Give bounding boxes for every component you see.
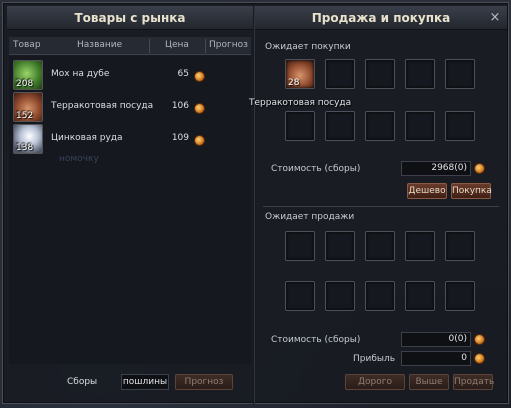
sell-button[interactable]: Продать	[453, 374, 494, 390]
sell-slot[interactable]	[285, 231, 315, 261]
coin-icon	[474, 353, 485, 364]
buy-section-label: Ожидает покупки	[265, 42, 351, 52]
buy-cost-value: 2968(0)	[401, 161, 471, 176]
column-header-price[interactable]: Цена	[165, 40, 189, 50]
cheaper-button[interactable]: Дешево	[407, 183, 447, 199]
section-divider	[263, 206, 499, 207]
fees-label: Сборы	[67, 377, 98, 387]
buy-slot[interactable]	[325, 59, 355, 89]
item-name: Цинковая руда	[51, 133, 123, 143]
sell-slot[interactable]	[325, 231, 355, 261]
sell-slot[interactable]	[365, 231, 395, 261]
item-count: 208	[16, 79, 34, 89]
trade-window: Товары с рынка Продажа и покупка × Товар…	[2, 2, 509, 404]
coin-icon	[194, 71, 205, 82]
buy-slot[interactable]	[405, 59, 435, 89]
item-price: 106	[171, 101, 189, 111]
item-count: 152	[16, 111, 34, 121]
forecast-button[interactable]: Прогноз	[175, 374, 233, 390]
sell-slot[interactable]	[365, 281, 395, 311]
market-goods-title: Товары с рынка	[7, 6, 253, 30]
close-icon[interactable]: ×	[488, 11, 502, 25]
profit-value: 0	[401, 351, 471, 366]
item-count: 138	[16, 143, 34, 153]
higher-button[interactable]: Выше	[409, 374, 449, 390]
sell-slot[interactable]	[285, 281, 315, 311]
coin-icon	[474, 163, 485, 174]
buy-sell-title: Продажа и покупка	[255, 6, 507, 30]
buy-slot-filled[interactable]: 28	[285, 59, 315, 89]
buy-cost-label: Стоимость (сборы)	[271, 164, 361, 174]
buy-slot[interactable]	[365, 59, 395, 89]
list-item[interactable]: 208 Мох на дубе 65	[9, 60, 251, 90]
ore-icon: 138	[13, 124, 43, 154]
buy-button[interactable]: Покупка	[451, 183, 492, 199]
coin-icon	[194, 103, 205, 114]
sell-section-label: Ожидает продажи	[265, 212, 355, 222]
slot-count: 28	[288, 78, 300, 88]
column-header-name[interactable]: Название	[77, 40, 122, 50]
coin-icon	[194, 135, 205, 146]
buy-slot[interactable]	[445, 111, 475, 141]
goods-list: 208 Мох на дубе 65 152 Терракотовая посу…	[9, 56, 251, 364]
column-header-forecast[interactable]: Прогноз	[209, 40, 248, 50]
item-name: Мох на дубе	[51, 69, 110, 79]
background-hint-text: номочку	[59, 154, 99, 164]
sell-slot[interactable]	[445, 231, 475, 261]
pot-icon: 152	[13, 92, 43, 122]
item-tooltip: Терракотовая посуда	[249, 98, 352, 108]
header-separator	[205, 39, 206, 53]
buy-slot[interactable]	[285, 111, 315, 141]
coin-icon	[474, 334, 485, 345]
list-item[interactable]: 152 Терракотовая посуда 106	[9, 92, 251, 122]
buy-slot[interactable]	[445, 59, 475, 89]
sell-cost-label: Стоимость (сборы)	[271, 335, 361, 345]
sell-slot[interactable]	[405, 281, 435, 311]
header-separator	[149, 39, 150, 53]
panel-divider	[253, 6, 255, 404]
list-item[interactable]: 138 Цинковая руда 109	[9, 124, 251, 154]
fees-value: пошлины	[121, 374, 169, 390]
item-price: 65	[177, 69, 189, 79]
fees-bar: Сборы пошлины Прогноз	[9, 371, 251, 393]
buy-slot[interactable]	[365, 111, 395, 141]
moss-icon: 208	[13, 60, 43, 90]
sell-slot[interactable]	[445, 281, 475, 311]
item-price: 109	[171, 133, 189, 143]
sell-cost-value: 0(0)	[401, 332, 471, 347]
buy-slot[interactable]	[325, 111, 355, 141]
sell-slot[interactable]	[405, 231, 435, 261]
buy-slot[interactable]	[405, 111, 435, 141]
expensive-button[interactable]: Дорого	[345, 374, 405, 390]
sell-slot[interactable]	[325, 281, 355, 311]
item-name: Терракотовая посуда	[51, 101, 154, 111]
profit-label: Прибыль	[353, 354, 396, 364]
goods-list-header: Товар Название Цена Прогноз	[9, 37, 251, 55]
column-header-item[interactable]: Товар	[13, 40, 41, 50]
